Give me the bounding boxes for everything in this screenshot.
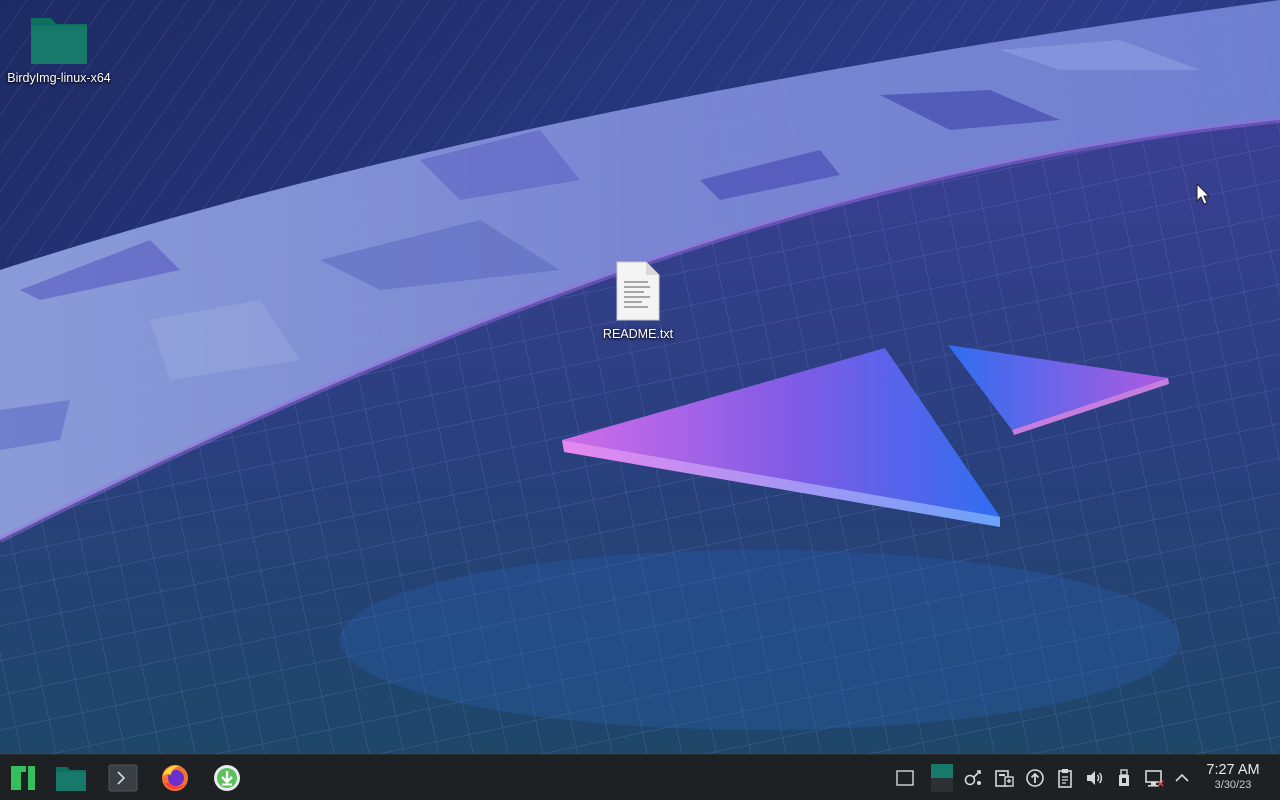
digital-clock[interactable]: 7:27 AM 3/30/23	[1196, 762, 1270, 792]
clock-time: 7:27 AM	[1206, 762, 1260, 778]
desktop[interactable]: BirdyImg-linux-x64 README.txt	[0, 0, 1280, 754]
folder-icon	[31, 18, 87, 64]
clipboard-button[interactable]	[1055, 768, 1075, 788]
volume-icon	[1087, 771, 1103, 785]
file-manager-icon	[56, 767, 86, 791]
updates-button[interactable]	[1025, 768, 1045, 788]
clipboard-icon	[1058, 769, 1072, 788]
desktop-icon-label: BirdyImg-linux-x64	[7, 71, 111, 85]
clipboard-manager-icon	[995, 770, 1014, 787]
text-file-icon	[616, 261, 660, 321]
usb-device-icon	[1119, 769, 1129, 786]
software-install-button[interactable]	[207, 761, 247, 795]
kde-connect-icon	[964, 770, 981, 786]
network-icon	[1145, 770, 1164, 787]
firefox-icon	[162, 765, 188, 791]
firefox-button[interactable]	[155, 761, 195, 795]
manjaro-menu-icon	[11, 766, 35, 790]
pager-icon	[931, 764, 953, 792]
taskbar: 7:27 AM 3/30/23	[0, 754, 1280, 800]
terminal-icon	[108, 764, 138, 792]
show-desktop-icon	[896, 770, 914, 786]
show-desktop-button[interactable]	[895, 768, 915, 788]
expand-tray-button[interactable]	[1172, 768, 1192, 788]
software-install-icon	[214, 765, 240, 791]
network-button[interactable]	[1144, 768, 1164, 788]
file-manager-button[interactable]	[51, 761, 91, 795]
clipboard-manager-button[interactable]	[994, 768, 1014, 788]
desktop-icon-label: README.txt	[602, 327, 674, 341]
desktop-folder-birdyimg[interactable]: BirdyImg-linux-x64	[4, 10, 114, 87]
updates-icon	[1026, 769, 1044, 787]
terminal-button[interactable]	[103, 761, 143, 795]
usb-device-button[interactable]	[1114, 768, 1134, 788]
mouse-cursor-icon	[1196, 183, 1210, 205]
virtual-desktop-pager[interactable]	[931, 764, 953, 792]
desktop-file-readme[interactable]: README.txt	[588, 260, 688, 343]
volume-button[interactable]	[1084, 768, 1104, 788]
clock-date: 3/30/23	[1214, 779, 1252, 791]
wallpaper	[0, 0, 1280, 754]
application-menu-button[interactable]	[3, 761, 43, 795]
expand-tray-icon	[1175, 773, 1189, 782]
kde-connect-button[interactable]	[963, 768, 983, 788]
